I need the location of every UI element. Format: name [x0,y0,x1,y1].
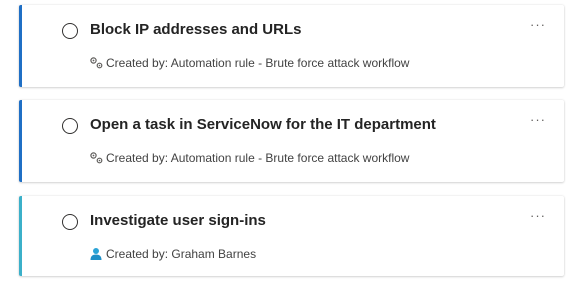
user-icon [89,247,104,261]
more-options-button[interactable]: ··· [530,18,546,31]
task-list: Block IP addresses and URLs Created by: … [0,0,585,290]
created-by-text: Created by: Automation rule - Brute forc… [106,56,410,70]
complete-task-radio[interactable] [62,118,78,134]
complete-task-radio[interactable] [62,23,78,39]
automation-icon [89,151,104,165]
task-card[interactable]: Investigate user sign-ins Created by: Gr… [19,196,564,276]
created-by-text: Created by: Automation rule - Brute forc… [106,151,410,165]
task-created-by: Created by: Automation rule - Brute forc… [89,151,409,165]
task-title: Investigate user sign-ins [90,212,266,229]
more-options-button[interactable]: ··· [530,209,546,222]
more-options-button[interactable]: ··· [530,113,546,126]
task-card[interactable]: Open a task in ServiceNow for the IT dep… [19,100,564,182]
task-title: Block IP addresses and URLs [90,21,302,38]
created-by-text: Created by: Graham Barnes [106,247,257,261]
task-title: Open a task in ServiceNow for the IT dep… [90,116,436,133]
task-created-by: Created by: Automation rule - Brute forc… [89,56,409,70]
complete-task-radio[interactable] [62,214,78,230]
automation-icon [89,56,104,70]
task-card[interactable]: Block IP addresses and URLs Created by: … [19,5,564,87]
task-created-by: Created by: Graham Barnes [89,247,256,261]
